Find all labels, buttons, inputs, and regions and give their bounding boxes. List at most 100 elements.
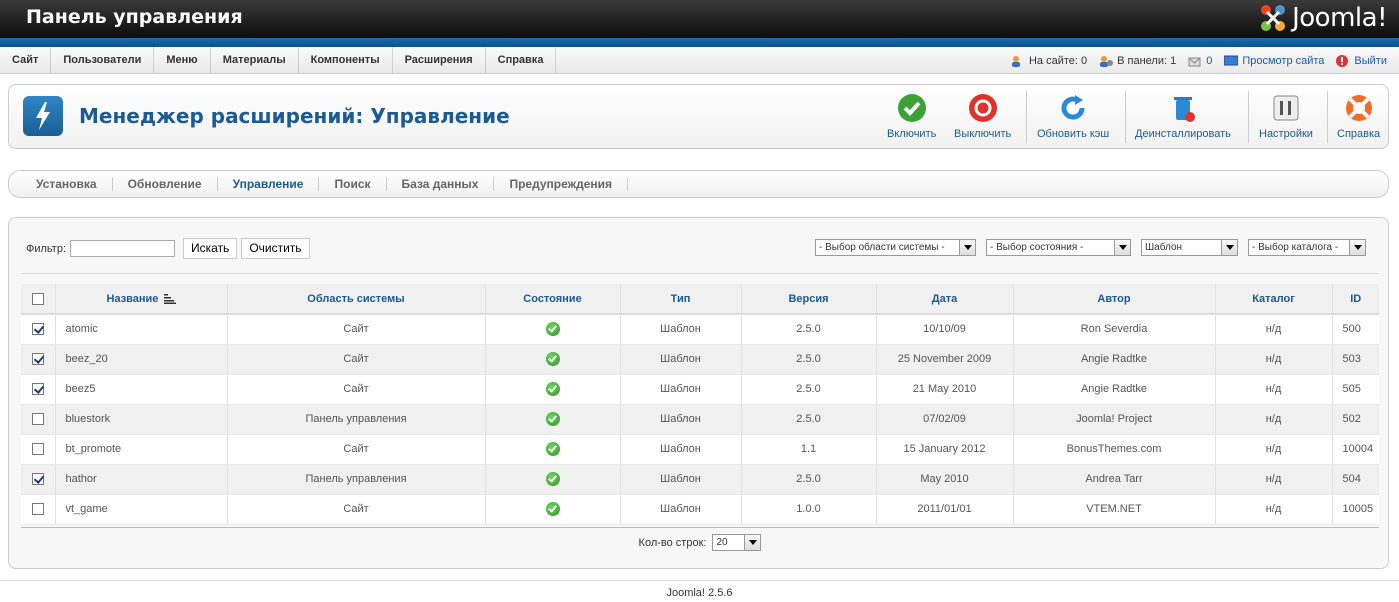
cell-type: Шаблон [620,464,742,495]
cell-name: vt_game [55,494,228,525]
cell-date: 25 November 2009 [876,344,1014,375]
menu-item-users[interactable]: Пользователи [51,47,155,74]
tab-database[interactable]: База данных [387,177,495,191]
uninstall-button[interactable]: Деинсталлировать [1135,93,1231,143]
main-menubar: Сайт Пользователи Меню Материалы Компоне… [0,47,1399,74]
users-in-panel: В панели: 1 [1099,55,1176,67]
cell-name: beez5 [55,374,228,405]
menu-item-menus[interactable]: Меню [154,47,211,74]
enabled-check-icon[interactable] [545,502,560,516]
type-select[interactable]: Шаблон [1141,239,1238,256]
cell-client: Сайт [227,314,486,345]
logout-link[interactable]: Выйти [1336,54,1387,67]
cell-id: 10005 [1332,494,1379,525]
options-button[interactable]: Настройки [1259,93,1313,143]
filter-search-input[interactable] [70,240,176,257]
row-checkbox[interactable] [31,473,44,486]
header-title: Панель управления [26,6,243,28]
dropdown-arrow-icon [1349,240,1365,255]
sort-ascending-icon [163,293,176,304]
header-state[interactable]: Состояние [485,284,621,315]
enabled-check-icon[interactable] [545,442,560,456]
select-all-checkbox[interactable] [31,292,44,305]
filter-divider [21,273,1379,274]
tab-install[interactable]: Установка [21,177,113,191]
row-checkbox[interactable] [31,383,44,396]
cell-version: 2.5.0 [741,404,877,435]
tab-warnings[interactable]: Предупреждения [494,177,629,191]
filter-label: Фильтр: [26,242,67,255]
cell-folder: н/д [1215,404,1333,435]
enabled-check-icon[interactable] [545,322,560,337]
disable-button[interactable]: Выключить [954,93,1011,143]
cell-client: Сайт [227,344,486,375]
cell-folder: н/д [1215,464,1333,495]
cell-client: Сайт [227,374,486,405]
trash-icon [1173,97,1195,122]
enabled-check-icon[interactable] [545,472,560,486]
cell-date: 2011/01/01 [876,494,1014,525]
state-select[interactable]: - Выбор состояния - [986,239,1131,256]
cell-date: 15 January 2012 [876,434,1014,465]
menu-item-components[interactable]: Компоненты [299,47,393,74]
menu-item-site[interactable]: Сайт [0,47,52,74]
search-button[interactable]: Искать [183,238,238,259]
cell-author: Angie Radtke [1013,374,1216,405]
cell-id: 10004 [1332,434,1379,465]
header-stripe [0,38,1399,47]
dropdown-arrow-icon [959,240,975,255]
cell-id: 502 [1332,404,1379,435]
cell-type: Шаблон [620,314,742,345]
tab-update[interactable]: Обновление [113,177,218,191]
messages-count: 0 [1206,54,1213,67]
folder-select[interactable]: - Выбор каталога - [1248,239,1366,256]
cell-version: 2.5.0 [741,464,877,495]
cell-client: Панель управления [227,404,486,435]
cell-author: Ron Severdia [1013,314,1216,345]
list-limit-label: Кол-во строк: [638,536,707,549]
menu-item-extensions[interactable]: Расширения [393,47,486,74]
state-select-value: - Выбор состояния - [990,242,1084,253]
header-name[interactable]: Название [55,284,228,315]
cell-type: Шаблон [620,374,742,405]
messages-link[interactable]: 0 [1188,55,1212,67]
view-site-link[interactable]: Просмотр сайта [1224,55,1324,67]
cell-type: Шаблон [620,344,742,375]
enabled-check-icon[interactable] [545,352,560,366]
tab-manage[interactable]: Управление [218,177,320,191]
row-checkbox[interactable] [31,323,44,336]
refresh-cache-button[interactable]: Обновить кэш [1037,93,1109,143]
row-checkbox[interactable] [31,503,44,516]
menu-item-help[interactable]: Справка [486,47,557,74]
menu-item-content[interactable]: Материалы [211,47,299,74]
table-header-row: Название Область системы Состояние Тип В… [21,284,1379,315]
table-row: atomic Сайт Шаблон 2.5.0 10/10/09 Ron Severdi… [21,314,1379,345]
toolbar-panel: Менеджер расширений: Управление Включить… [8,84,1389,149]
enabled-check-icon[interactable] [545,412,560,426]
help-button[interactable]: Справка [1337,93,1380,143]
cell-date: May 2010 [876,464,1014,495]
logo-text: Joomla! [1292,3,1387,33]
enable-button[interactable]: Включить [887,93,936,143]
cell-state [485,344,621,375]
client-select[interactable]: - Выбор области системы - [815,239,976,256]
tab-discover[interactable]: Поиск [319,177,387,191]
row-checkbox[interactable] [31,353,44,366]
cell-state [485,374,621,405]
toolbar-separator [1327,91,1328,143]
pagination-bar: Кол-во строк: 20 [21,527,1379,557]
header-id[interactable]: ID [1332,284,1379,315]
enabled-check-icon[interactable] [545,382,560,396]
list-limit-select[interactable]: 20 [712,534,762,551]
row-checkbox[interactable] [31,443,44,456]
dropdown-arrow-icon [1221,240,1237,255]
cell-folder: н/д [1215,494,1333,525]
messages-icon [1188,57,1201,66]
clear-button[interactable]: Очистить [241,238,310,259]
header-client[interactable]: Область системы [227,284,486,315]
row-checkbox[interactable] [31,413,44,426]
header-folder[interactable]: Каталог [1215,284,1333,315]
joomla-version: Joomla! 2.5.6 [666,587,733,599]
header-type[interactable]: Тип [620,284,742,315]
cell-name: atomic [55,314,228,345]
